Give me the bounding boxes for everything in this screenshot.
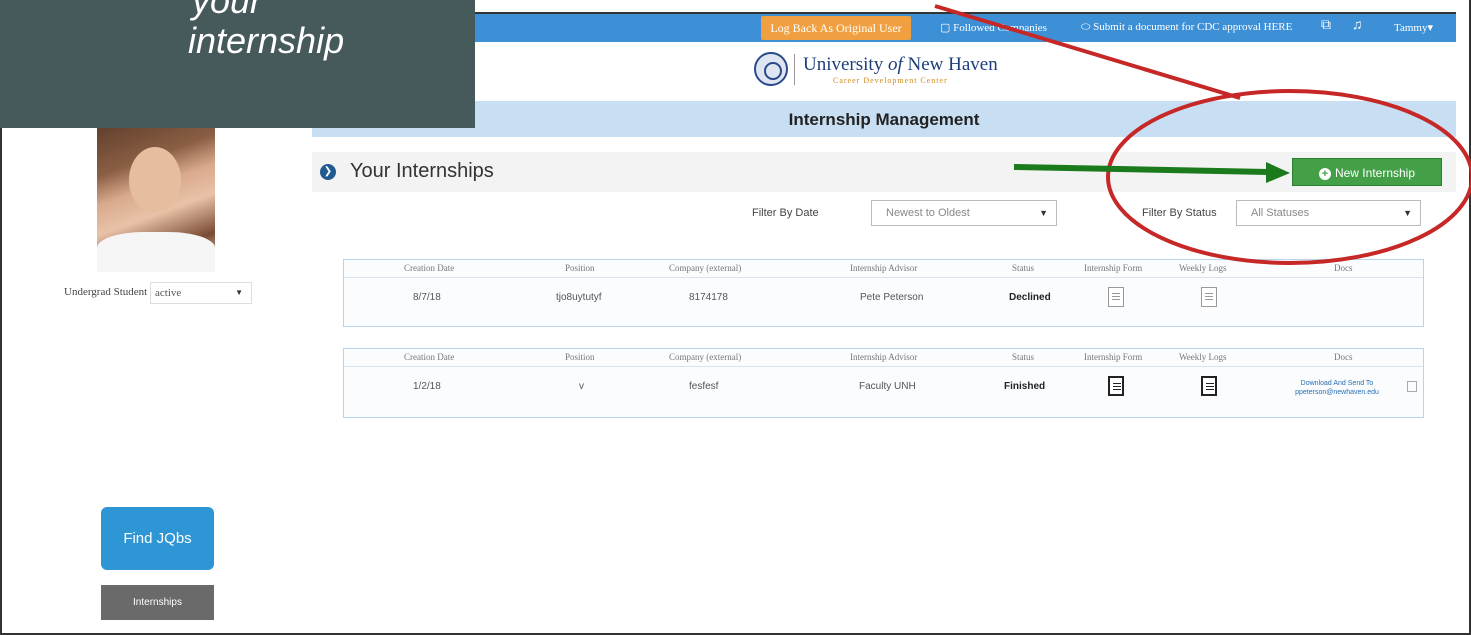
filter-date-label: Filter By Date [752, 207, 819, 219]
new-internship-button[interactable]: + New Internship [1292, 158, 1442, 186]
caret-down-icon: ▼ [1403, 208, 1412, 218]
col-position: Position [565, 352, 595, 362]
filter-status-label: Filter By Status [1142, 207, 1217, 219]
col-weekly-logs: Weekly Logs [1179, 352, 1227, 362]
your-internships-header: ❯ Your Internships [312, 152, 1456, 192]
filter-status-select[interactable]: All Statuses ▼ [1236, 200, 1421, 226]
table-header: Creation Date Position Company (external… [344, 349, 1423, 367]
col-weekly-logs: Weekly Logs [1179, 263, 1227, 273]
student-status-value: active [155, 287, 182, 299]
internship-form-icon[interactable] [1108, 376, 1124, 396]
profile-photo [97, 117, 215, 272]
cell-position: tjo8uytutyf [556, 292, 602, 303]
caption-line-1: your [192, 0, 263, 21]
page-title: Internship Management [788, 110, 980, 129]
user-menu[interactable]: Tammy▾ [1394, 21, 1433, 34]
col-status: Status [1012, 352, 1035, 362]
col-docs: Docs [1334, 263, 1353, 273]
col-advisor: Internship Advisor [850, 263, 918, 273]
followed-companies-label: Followed Companies [953, 22, 1047, 34]
shirt-shape [97, 232, 215, 272]
cell-position: v [579, 381, 584, 392]
internship-table: Creation Date Position Company (external… [343, 348, 1424, 418]
filter-date-value: Newest to Oldest [886, 207, 970, 219]
plus-icon: + [1318, 168, 1331, 180]
internships-button[interactable]: Internships [101, 585, 214, 620]
col-company: Company (external) [669, 263, 742, 273]
face-shape [129, 147, 181, 213]
university-logo: University of New Haven Career Developme… [754, 49, 998, 89]
top-navbar: Log Back As Original User ▢ Followed Com… [312, 12, 1456, 42]
submit-document-link[interactable]: ⬭ Submit a document for CDC approval HER… [1081, 21, 1292, 34]
cell-creation-date: 1/2/18 [413, 381, 441, 392]
cell-status: Finished [1004, 381, 1046, 392]
table-header: Creation Date Position Company (external… [344, 260, 1423, 278]
weekly-logs-icon[interactable] [1201, 287, 1217, 307]
user-name: Tammy [1394, 22, 1428, 34]
cell-advisor: Faculty UNH [859, 381, 916, 392]
find-jobs-button[interactable]: Find JQbs [101, 507, 214, 570]
university-name: University of New Haven [803, 53, 998, 75]
followed-companies-link[interactable]: ▢ Followed Companies [940, 21, 1047, 34]
building-icon: ▢ [940, 22, 954, 34]
weekly-logs-icon[interactable] [1201, 376, 1217, 396]
col-position: Position [565, 263, 595, 273]
submit-document-label: Submit a document for CDC approval HERE [1093, 21, 1293, 33]
cell-status: Declined [1009, 292, 1051, 303]
table-row[interactable]: 8/7/18 tjo8uytutyf 8174178 Pete Peterson… [344, 278, 1423, 324]
university-seal-icon [754, 52, 788, 86]
cell-creation-date: 8/7/18 [413, 292, 441, 303]
new-internship-label: New Internship [1334, 166, 1416, 180]
student-role: Undergrad Student [64, 286, 148, 298]
windows-icon[interactable]: ⧉ [1321, 18, 1331, 34]
chevron-right-icon: ❯ [320, 164, 336, 180]
log-back-button[interactable]: Log Back As Original User [761, 16, 911, 40]
student-status-select[interactable]: active ▼ [150, 282, 252, 304]
section-title: Your Internships [350, 160, 494, 182]
edit-icon[interactable] [1407, 381, 1417, 392]
cell-company: fesfesf [689, 381, 719, 392]
bell-icon[interactable]: ♫ [1352, 18, 1363, 34]
upload-icon: ⬭ [1081, 21, 1094, 33]
cell-company: 8174178 [689, 292, 728, 303]
table-row[interactable]: 1/2/18 v fesfesf Faculty UNH Finished Do… [344, 367, 1423, 413]
internship-table: Creation Date Position Company (external… [343, 259, 1424, 327]
col-docs: Docs [1334, 352, 1353, 362]
filter-status-value: All Statuses [1251, 207, 1310, 219]
caret-down-icon: ▼ [235, 288, 243, 297]
filter-date-select[interactable]: Newest to Oldest ▼ [871, 200, 1057, 226]
cell-advisor: Pete Peterson [860, 292, 924, 303]
caret-down-icon: ▼ [1039, 208, 1048, 218]
col-internship-form: Internship Form [1084, 352, 1143, 362]
download-docs-link[interactable]: Download And Send To ppeterson@newhaven.… [1289, 379, 1385, 397]
col-advisor: Internship Advisor [850, 352, 918, 362]
col-creation-date: Creation Date [404, 352, 455, 362]
caption-box: your internship [0, 0, 475, 128]
col-status: Status [1012, 263, 1035, 273]
caption-line-2: internship [188, 20, 345, 61]
col-internship-form: Internship Form [1084, 263, 1143, 273]
internship-form-icon[interactable] [1108, 287, 1124, 307]
management-bar: Internship Management [312, 101, 1456, 137]
col-creation-date: Creation Date [404, 263, 455, 273]
col-company: Company (external) [669, 352, 742, 362]
career-center-name: Career Development Center [833, 75, 948, 85]
